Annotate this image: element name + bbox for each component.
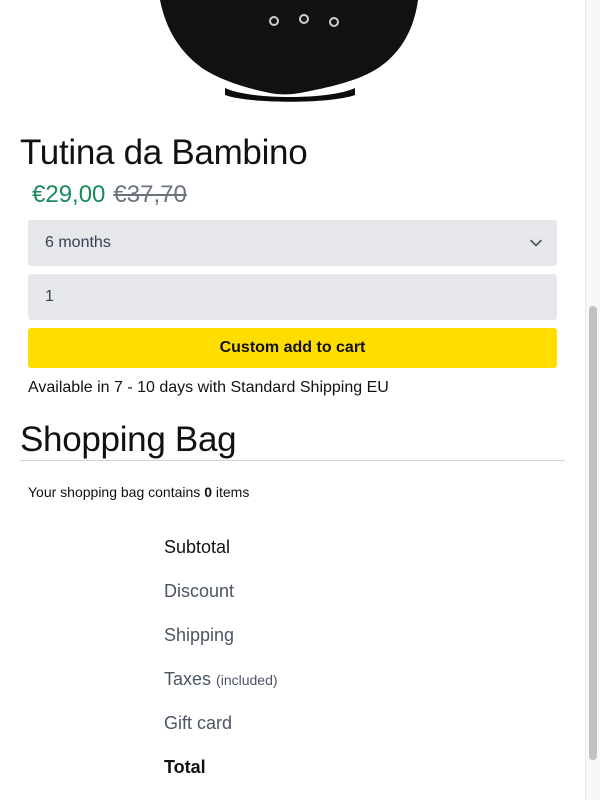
shopping-bag-title: Shopping Bag	[20, 420, 237, 459]
summary-gift-card: Gift card	[164, 713, 233, 733]
size-select[interactable]: 6 months	[28, 220, 557, 266]
chevron-down-icon	[530, 239, 542, 247]
summary-total: Total	[164, 757, 206, 777]
price-row: €29,00 €37,70	[32, 181, 187, 209]
price-current: €29,00	[32, 181, 106, 208]
bag-count-text: Your shopping bag contains 0 items	[28, 484, 250, 500]
product-image	[0, 0, 585, 105]
taxes-note: (included)	[216, 672, 278, 688]
quantity-input[interactable]: 1	[28, 274, 557, 320]
summary-subtotal: Subtotal	[164, 537, 231, 557]
price-original: €37,70	[113, 181, 187, 208]
product-page: Tutina da Bambino €29,00 €37,70 6 months…	[0, 0, 600, 800]
product-title: Tutina da Bambino	[20, 133, 308, 172]
scrollbar[interactable]	[585, 0, 600, 800]
bag-count-number: 0	[204, 484, 212, 500]
summary-discount: Discount	[164, 581, 235, 601]
summary-taxes: Taxes (included)	[164, 669, 278, 689]
quantity-value: 1	[45, 288, 54, 305]
divider	[20, 460, 565, 461]
availability-text: Available in 7 - 10 days with Standard S…	[28, 379, 389, 396]
scrollbar-thumb[interactable]	[589, 306, 597, 760]
size-select-value: 6 months	[45, 234, 111, 251]
summary-shipping: Shipping	[164, 625, 235, 645]
add-to-cart-button[interactable]: Custom add to cart	[28, 328, 557, 368]
bodysuit-image	[160, 0, 418, 102]
